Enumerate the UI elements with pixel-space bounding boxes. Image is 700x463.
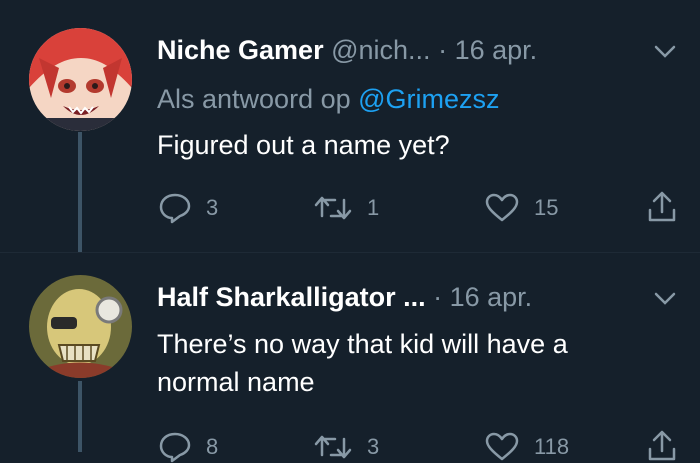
like-button[interactable]: 15 [484, 193, 558, 223]
tweet-header: Niche Gamer @nich... · 16 apr. [157, 35, 537, 66]
tweet-header: Half Sharkalligator ... · 16 apr. [157, 282, 532, 313]
like-icon [485, 193, 519, 222]
retweet-count: 1 [367, 195, 380, 220]
thread-line [78, 381, 82, 452]
like-count: 15 [534, 195, 559, 220]
chevron-down-icon[interactable] [652, 42, 678, 62]
tweet-date[interactable]: 16 apr. [450, 282, 533, 312]
chevron-down-icon[interactable] [652, 289, 678, 309]
avatar[interactable] [29, 275, 132, 378]
retweet-button[interactable]: 1 [313, 194, 379, 222]
reply-context: Als antwoord op @Grimezsz [157, 84, 500, 115]
like-icon [485, 432, 519, 461]
tweet-half-sharkalligator[interactable]: Half Sharkalligator ... · 16 apr. There’… [0, 252, 700, 463]
handle[interactable]: @nich... [331, 35, 430, 65]
reply-button[interactable]: 3 [158, 192, 218, 224]
retweet-count: 3 [367, 434, 380, 459]
reply-button[interactable]: 8 [158, 431, 218, 463]
separator: · [433, 282, 443, 312]
retweet-button[interactable]: 3 [313, 433, 379, 461]
tweet-text: There’s no way that kid will have a norm… [157, 329, 568, 397]
tweet-niche-gamer[interactable]: Niche Gamer @nich... · 16 apr. Als antwo… [0, 0, 700, 252]
thread-line [78, 132, 82, 252]
display-name[interactable]: Half Sharkalligator ... [157, 282, 426, 312]
display-name[interactable]: Niche Gamer [157, 35, 324, 65]
retweet-icon [314, 435, 352, 459]
share-button[interactable] [645, 190, 679, 224]
reply-icon [159, 432, 191, 463]
tweet-date[interactable]: 16 apr. [455, 35, 538, 65]
retweet-icon [314, 196, 352, 220]
like-button[interactable]: 118 [484, 432, 569, 462]
reply-count: 3 [206, 195, 219, 220]
share-icon [648, 191, 676, 222]
reply-icon [159, 193, 191, 224]
reply-prefix: Als antwoord op [157, 84, 351, 114]
reply-count: 8 [206, 434, 219, 459]
like-count: 118 [534, 434, 570, 459]
share-icon [648, 430, 676, 461]
share-button[interactable] [645, 429, 679, 463]
avatar[interactable] [29, 28, 132, 131]
reply-mention-link[interactable]: @Grimezsz [358, 84, 499, 114]
separator: · [438, 35, 448, 65]
tweet-text: Figured out a name yet? [157, 130, 450, 160]
